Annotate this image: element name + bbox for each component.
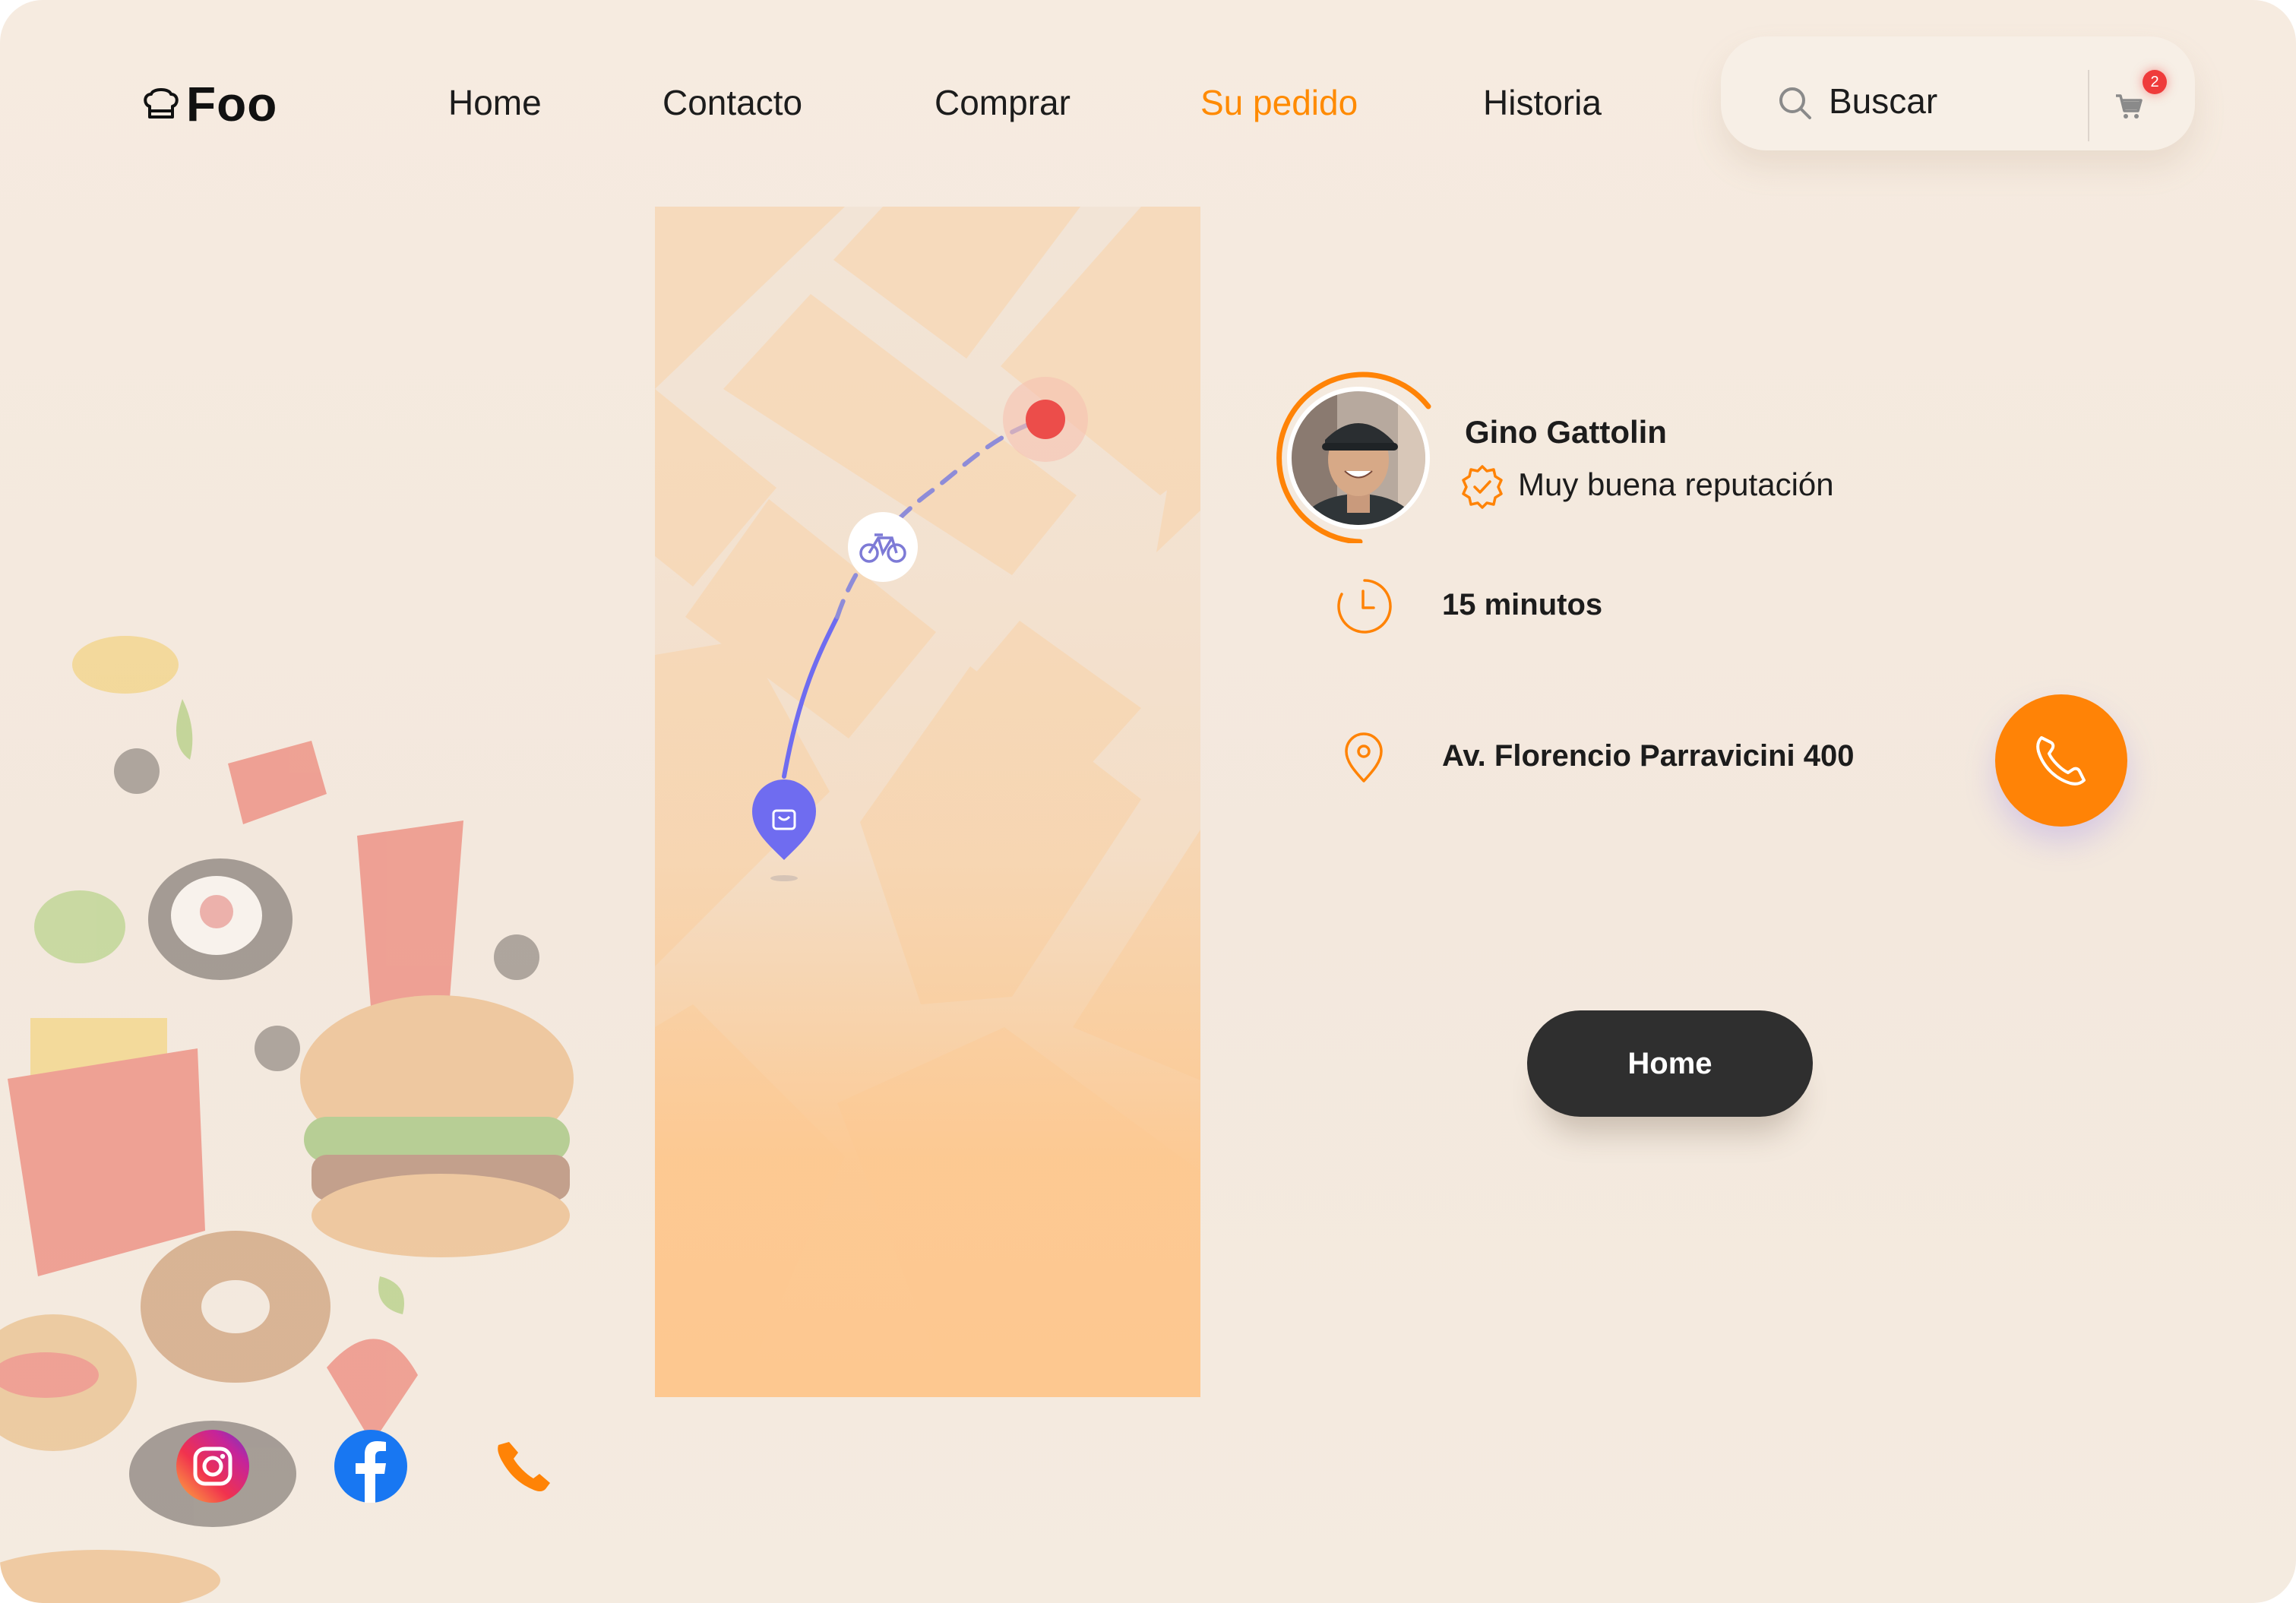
brand-name: Foo — [186, 77, 278, 131]
nav-contacto[interactable]: Contacto — [663, 82, 802, 123]
location-pin-icon — [1345, 732, 1383, 783]
nav-comprar[interactable]: Comprar — [935, 82, 1071, 123]
courier-reputation: Muy buena reputación — [1518, 466, 1834, 502]
nav-historia[interactable]: Historia — [1483, 82, 1602, 123]
instagram-icon — [176, 1430, 249, 1503]
delivery-map[interactable] — [655, 207, 1200, 1397]
courier-avatar — [1276, 372, 1431, 543]
chef-hat-icon — [144, 88, 179, 119]
facebook-icon — [334, 1430, 407, 1503]
phone-link[interactable] — [486, 1428, 562, 1504]
call-courier-button[interactable] — [1995, 694, 2127, 827]
search-divider — [2088, 70, 2089, 141]
facebook-link[interactable] — [333, 1428, 409, 1504]
brand-logo[interactable]: Foo — [141, 76, 277, 132]
order-tracking-page: Foo Home Contacto Comprar Su pedido Hist… — [0, 0, 2296, 1603]
courier-name: Gino Gattolin — [1465, 414, 1667, 450]
cart-count-badge: 2 — [2143, 70, 2167, 94]
delivery-address: Av. Florencio Parravicini 400 — [1442, 739, 1855, 773]
phone-icon — [2036, 736, 2086, 786]
cart-icon[interactable] — [2114, 91, 2144, 122]
clock-icon — [1337, 579, 1392, 634]
verified-badge-icon — [1462, 465, 1503, 509]
nav-home[interactable]: Home — [448, 82, 542, 123]
instagram-link[interactable] — [175, 1428, 251, 1504]
search-input[interactable]: Buscar — [1829, 81, 1937, 122]
home-button[interactable]: Home — [1527, 1010, 1813, 1117]
search-icon[interactable] — [1778, 86, 1813, 121]
delivery-eta: 15 minutos — [1442, 588, 1603, 621]
nav-su-pedido[interactable]: Su pedido — [1200, 82, 1358, 123]
phone-icon — [498, 1442, 550, 1491]
